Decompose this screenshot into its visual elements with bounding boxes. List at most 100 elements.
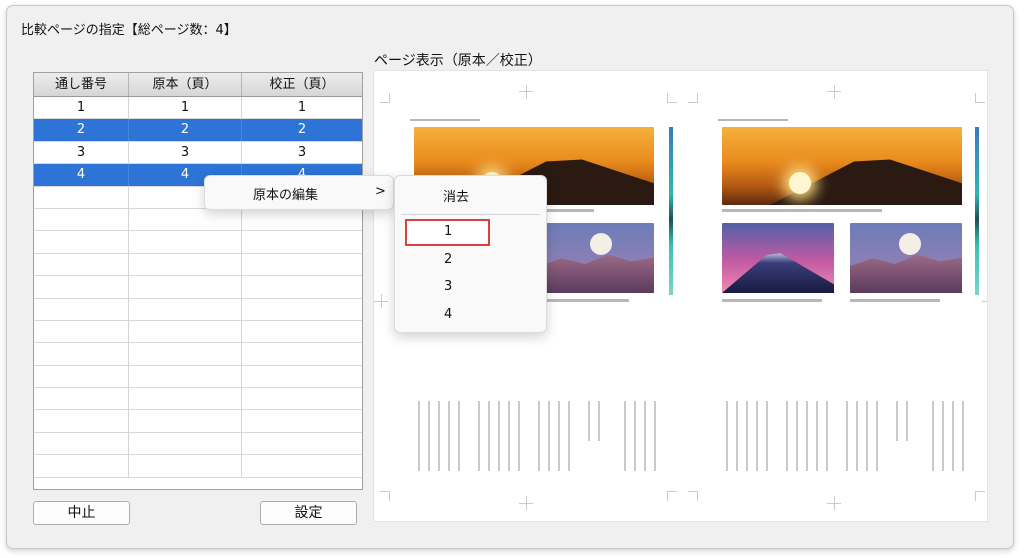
table-cell-empty[interactable] <box>242 433 362 454</box>
table-cell-empty[interactable] <box>34 432 129 455</box>
table-cell-empty[interactable] <box>34 208 129 231</box>
table-cell-empty[interactable] <box>34 186 129 208</box>
cell-serial[interactable]: 3 <box>34 141 129 164</box>
table-cell-empty[interactable] <box>242 209 362 230</box>
photo-caption <box>850 299 940 302</box>
table-cell-empty[interactable] <box>242 388 362 409</box>
table-body: 111222333444 <box>34 97 362 478</box>
crop-mark <box>688 93 698 103</box>
moon-photo <box>539 223 654 293</box>
table-cell-empty[interactable] <box>129 410 242 432</box>
cell-serial[interactable]: 2 <box>34 119 129 141</box>
registration-mark <box>526 85 527 99</box>
table-row[interactable]: 333 <box>34 141 362 165</box>
submenu-item-clear[interactable]: 消去 <box>443 186 469 205</box>
table-cell-empty[interactable] <box>129 208 242 231</box>
table-cell-empty[interactable] <box>34 298 129 320</box>
table-cell-empty[interactable] <box>242 455 362 476</box>
menu-separator <box>401 214 540 215</box>
preview-label: ページ表示（原本／校正） <box>374 53 542 69</box>
table-cell-empty[interactable] <box>34 276 129 298</box>
color-bar <box>669 127 673 295</box>
crop-mark <box>667 93 677 103</box>
table-row-empty[interactable] <box>34 410 362 433</box>
cell-original[interactable]: 1 <box>129 97 242 119</box>
apply-button[interactable]: 設定 <box>260 501 357 525</box>
table-cell-empty[interactable] <box>129 455 242 477</box>
cell-proof[interactable]: 2 <box>242 119 362 140</box>
registration-mark <box>381 294 382 308</box>
table-cell-empty[interactable] <box>129 432 242 455</box>
cancel-button[interactable]: 中止 <box>33 501 130 525</box>
header-text <box>410 119 480 121</box>
menu-item-edit-original[interactable]: 原本の編集 <box>253 184 318 203</box>
table-cell-empty[interactable] <box>129 298 242 320</box>
table-cell-empty[interactable] <box>129 276 242 298</box>
col-proof-header[interactable]: 校正（頁） <box>242 73 362 96</box>
crop-mark <box>975 93 985 103</box>
cell-original[interactable]: 2 <box>129 119 242 141</box>
col-serial-header[interactable]: 通し番号 <box>34 73 129 96</box>
table-row-empty[interactable] <box>34 388 362 411</box>
table-cell-empty[interactable] <box>242 276 362 297</box>
cell-serial[interactable]: 1 <box>34 97 129 119</box>
table-row-empty[interactable] <box>34 455 362 478</box>
table-row[interactable]: 222 <box>34 119 362 142</box>
crop-mark <box>975 491 985 501</box>
submenu-item-1[interactable]: 1 <box>444 224 452 239</box>
table-cell-empty[interactable] <box>34 231 129 253</box>
table-cell-empty[interactable] <box>242 343 362 364</box>
table-row-empty[interactable] <box>34 320 362 344</box>
photo-caption <box>539 299 629 302</box>
moon-photo <box>850 223 962 293</box>
chevron-right-icon: > <box>375 184 386 199</box>
table-cell-empty[interactable] <box>34 410 129 432</box>
col-original-header[interactable]: 原本（頁） <box>129 73 242 96</box>
table-row[interactable]: 111 <box>34 97 362 120</box>
table-cell-empty[interactable] <box>34 343 129 365</box>
table-row-empty[interactable] <box>34 231 362 254</box>
table-cell-empty[interactable] <box>34 253 129 276</box>
photo-caption <box>722 209 882 212</box>
table-cell-empty[interactable] <box>129 388 242 410</box>
table-cell-empty[interactable] <box>242 410 362 431</box>
submenu-item-4[interactable]: 4 <box>444 307 452 322</box>
table-cell-empty[interactable] <box>129 365 242 388</box>
photo-caption <box>722 299 822 302</box>
crop-mark <box>380 93 390 103</box>
table-cell-empty[interactable] <box>34 455 129 477</box>
cell-proof[interactable]: 3 <box>242 142 362 163</box>
table-row-empty[interactable] <box>34 298 362 321</box>
table-row-empty[interactable] <box>34 343 362 366</box>
context-menu: 原本の編集 > <box>204 175 394 210</box>
table-row-empty[interactable] <box>34 432 362 456</box>
cell-original[interactable]: 3 <box>129 141 242 164</box>
table-cell-empty[interactable] <box>34 320 129 343</box>
submenu-item-3[interactable]: 3 <box>444 279 452 294</box>
table-cell-empty[interactable] <box>242 231 362 252</box>
table-row-empty[interactable] <box>34 365 362 389</box>
table-cell-empty[interactable] <box>242 366 362 387</box>
page-table: 通し番号 原本（頁） 校正（頁） 111222333444 <box>33 72 363 490</box>
table-cell-empty[interactable] <box>129 231 242 253</box>
table-row-empty[interactable] <box>34 276 362 299</box>
context-submenu: 消去 1 2 3 4 <box>394 175 547 333</box>
table-cell-empty[interactable] <box>129 253 242 276</box>
crop-mark <box>667 491 677 501</box>
table-header: 通し番号 原本（頁） 校正（頁） <box>34 73 362 97</box>
table-cell-empty[interactable] <box>242 299 362 320</box>
table-cell-empty[interactable] <box>242 321 362 342</box>
table-cell-empty[interactable] <box>129 343 242 365</box>
submenu-item-2[interactable]: 2 <box>444 252 452 267</box>
table-row-empty[interactable] <box>34 253 362 277</box>
table-cell-empty[interactable] <box>34 365 129 388</box>
cell-serial[interactable]: 4 <box>34 164 129 186</box>
table-row-empty[interactable] <box>34 208 362 232</box>
table-cell-empty[interactable] <box>242 254 362 275</box>
table-cell-empty[interactable] <box>34 388 129 410</box>
registration-mark <box>834 496 835 510</box>
dialog-title: 比較ページの指定【総ページ数：4】 <box>21 23 237 38</box>
table-cell-empty[interactable] <box>129 320 242 343</box>
crop-mark <box>688 491 698 501</box>
cell-proof[interactable]: 1 <box>242 97 362 118</box>
